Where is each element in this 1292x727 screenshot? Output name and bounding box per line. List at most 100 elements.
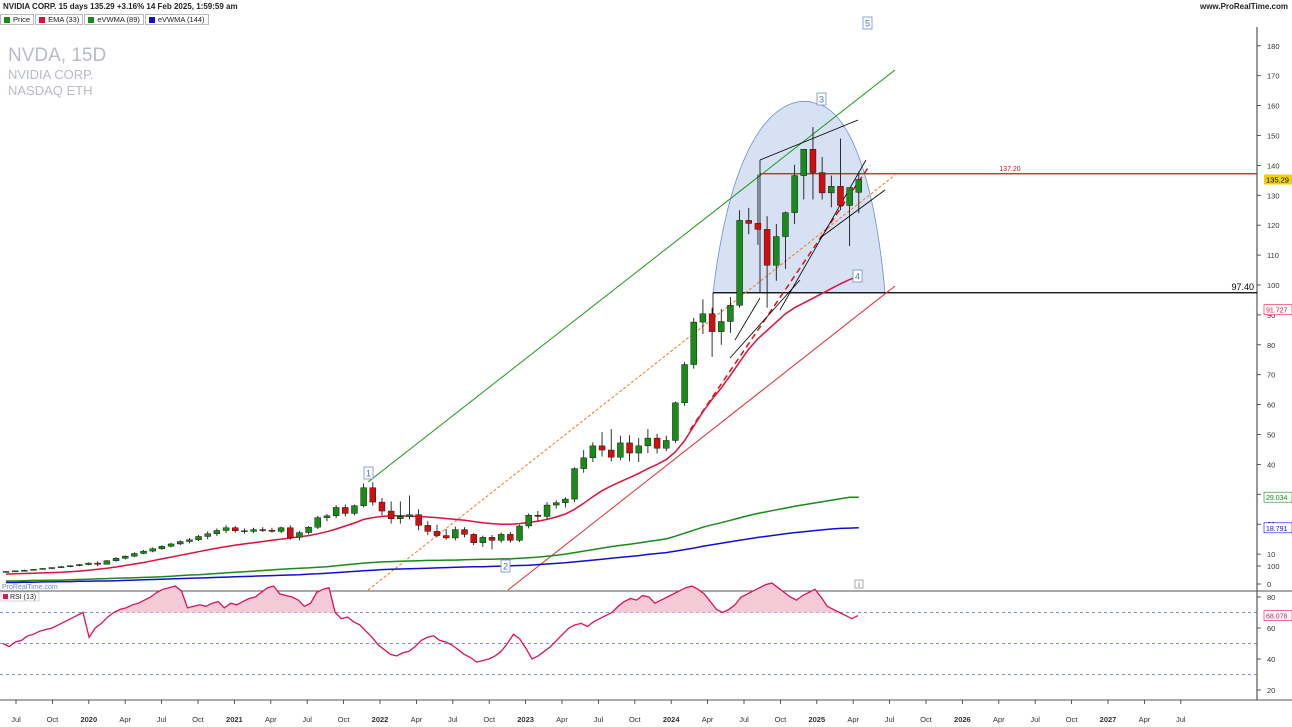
candle <box>470 534 477 543</box>
candle <box>48 567 56 569</box>
x-tick-label: Oct <box>338 715 351 724</box>
y-tick-label: 150 <box>1267 132 1280 141</box>
candle <box>442 535 450 539</box>
rsi-legend-label: RSI (13) <box>10 594 36 601</box>
indicator-tag-label: 18.791 <box>1266 526 1288 533</box>
candle <box>360 487 367 506</box>
rsi-line <box>2 582 859 663</box>
candle <box>241 530 248 532</box>
y-tick-label: 40 <box>1267 460 1275 469</box>
candle <box>507 534 514 541</box>
level-label: 137.20 <box>999 166 1021 173</box>
candle <box>828 186 835 194</box>
candle <box>406 514 413 517</box>
candle <box>232 527 239 531</box>
x-tick-label: Jul <box>1030 715 1040 724</box>
watermark-name: NVIDIA CORP. <box>8 67 94 82</box>
candle <box>424 525 432 532</box>
trendline-orange-dashed <box>367 174 896 591</box>
candle <box>250 529 257 532</box>
candle <box>672 402 679 441</box>
candle <box>663 440 670 449</box>
candle <box>534 515 542 517</box>
rsi-value-label: 68.078 <box>1266 614 1288 621</box>
candle <box>287 527 294 538</box>
candle <box>553 502 560 506</box>
candle <box>617 442 624 458</box>
x-tick-label: Apr <box>1139 715 1151 724</box>
y-tick-label: 170 <box>1267 72 1280 81</box>
candle <box>598 445 606 451</box>
x-tick-label: Apr <box>702 715 714 724</box>
x-tick-label: Apr <box>265 715 277 724</box>
candle <box>837 186 844 206</box>
candle <box>452 529 459 539</box>
candle <box>94 562 101 565</box>
candle <box>699 313 707 323</box>
rsi-tick-label: 100 <box>1267 562 1280 571</box>
x-tick-label: Oct <box>483 715 496 724</box>
candle <box>39 568 46 570</box>
y-tick-label: 0 <box>1267 580 1271 589</box>
candle <box>562 498 569 503</box>
x-tick-label: Apr <box>993 715 1005 724</box>
candle <box>791 175 798 213</box>
x-tick-label: Oct <box>192 715 205 724</box>
candle <box>855 179 863 193</box>
wave-label: 2 <box>503 562 508 572</box>
x-tick-label: Jul <box>885 715 895 724</box>
candle <box>644 437 652 447</box>
x-tick-label: Oct <box>47 715 60 724</box>
x-tick-label: Jul <box>302 715 312 724</box>
y-tick-label: 100 <box>1267 281 1280 290</box>
x-tick-label: 2025 <box>808 715 825 724</box>
candle <box>177 541 184 545</box>
candle <box>122 555 129 559</box>
y-tick-label: 10 <box>1267 550 1275 559</box>
candle <box>736 220 743 306</box>
candle <box>626 442 633 454</box>
candle <box>525 515 532 527</box>
y-tick-label: 80 <box>1267 341 1275 350</box>
candle <box>222 527 230 531</box>
candle <box>277 527 285 532</box>
candle <box>342 507 349 514</box>
y-tick-label: 120 <box>1267 221 1280 230</box>
x-tick-label: 2022 <box>372 715 389 724</box>
candle <box>66 565 74 567</box>
x-tick-label: 2024 <box>663 715 681 724</box>
x-tick-label: Apr <box>411 715 423 724</box>
candle <box>149 548 156 552</box>
candle <box>21 570 28 572</box>
candle <box>332 507 340 517</box>
candle <box>782 212 789 237</box>
candle <box>387 510 395 520</box>
candle <box>351 505 358 514</box>
x-tick-label: Oct <box>775 715 788 724</box>
x-tick-label: Oct <box>1066 715 1079 724</box>
x-tick-label: Oct <box>629 715 642 724</box>
candle <box>818 172 826 194</box>
candle <box>323 515 331 518</box>
info-icon[interactable]: i <box>854 579 864 589</box>
rsi-tick-label: 60 <box>1267 624 1275 633</box>
x-tick-label: 2027 <box>1100 715 1117 724</box>
candle <box>497 534 505 541</box>
rsi-tick-label: 80 <box>1267 593 1275 602</box>
candle <box>433 531 441 536</box>
time-axis[interactable]: Jul Oct 2020 Apr Jul Oct 2021 Apr Jul Oct 2022 Apr J… <box>11 700 1186 724</box>
candle <box>461 529 468 535</box>
y-tick-label: 180 <box>1267 42 1280 51</box>
y-tick-label: 50 <box>1267 431 1275 440</box>
price-axis[interactable]: 0102030405060708090100110120130140150160… <box>1257 42 1280 589</box>
candle <box>369 487 376 503</box>
candle <box>30 569 37 571</box>
candle <box>186 539 193 542</box>
candle <box>415 514 422 526</box>
candle <box>809 149 817 173</box>
rsi-tick-label: 20 <box>1267 686 1275 695</box>
wave-label: 4 <box>855 272 860 282</box>
candle <box>85 562 92 565</box>
price-chart[interactable]: NVDA, 15D NVIDIA CORP. NASDAQ ETH 137.20… <box>0 0 1292 727</box>
attribution: ProRealTime.com <box>2 584 58 591</box>
